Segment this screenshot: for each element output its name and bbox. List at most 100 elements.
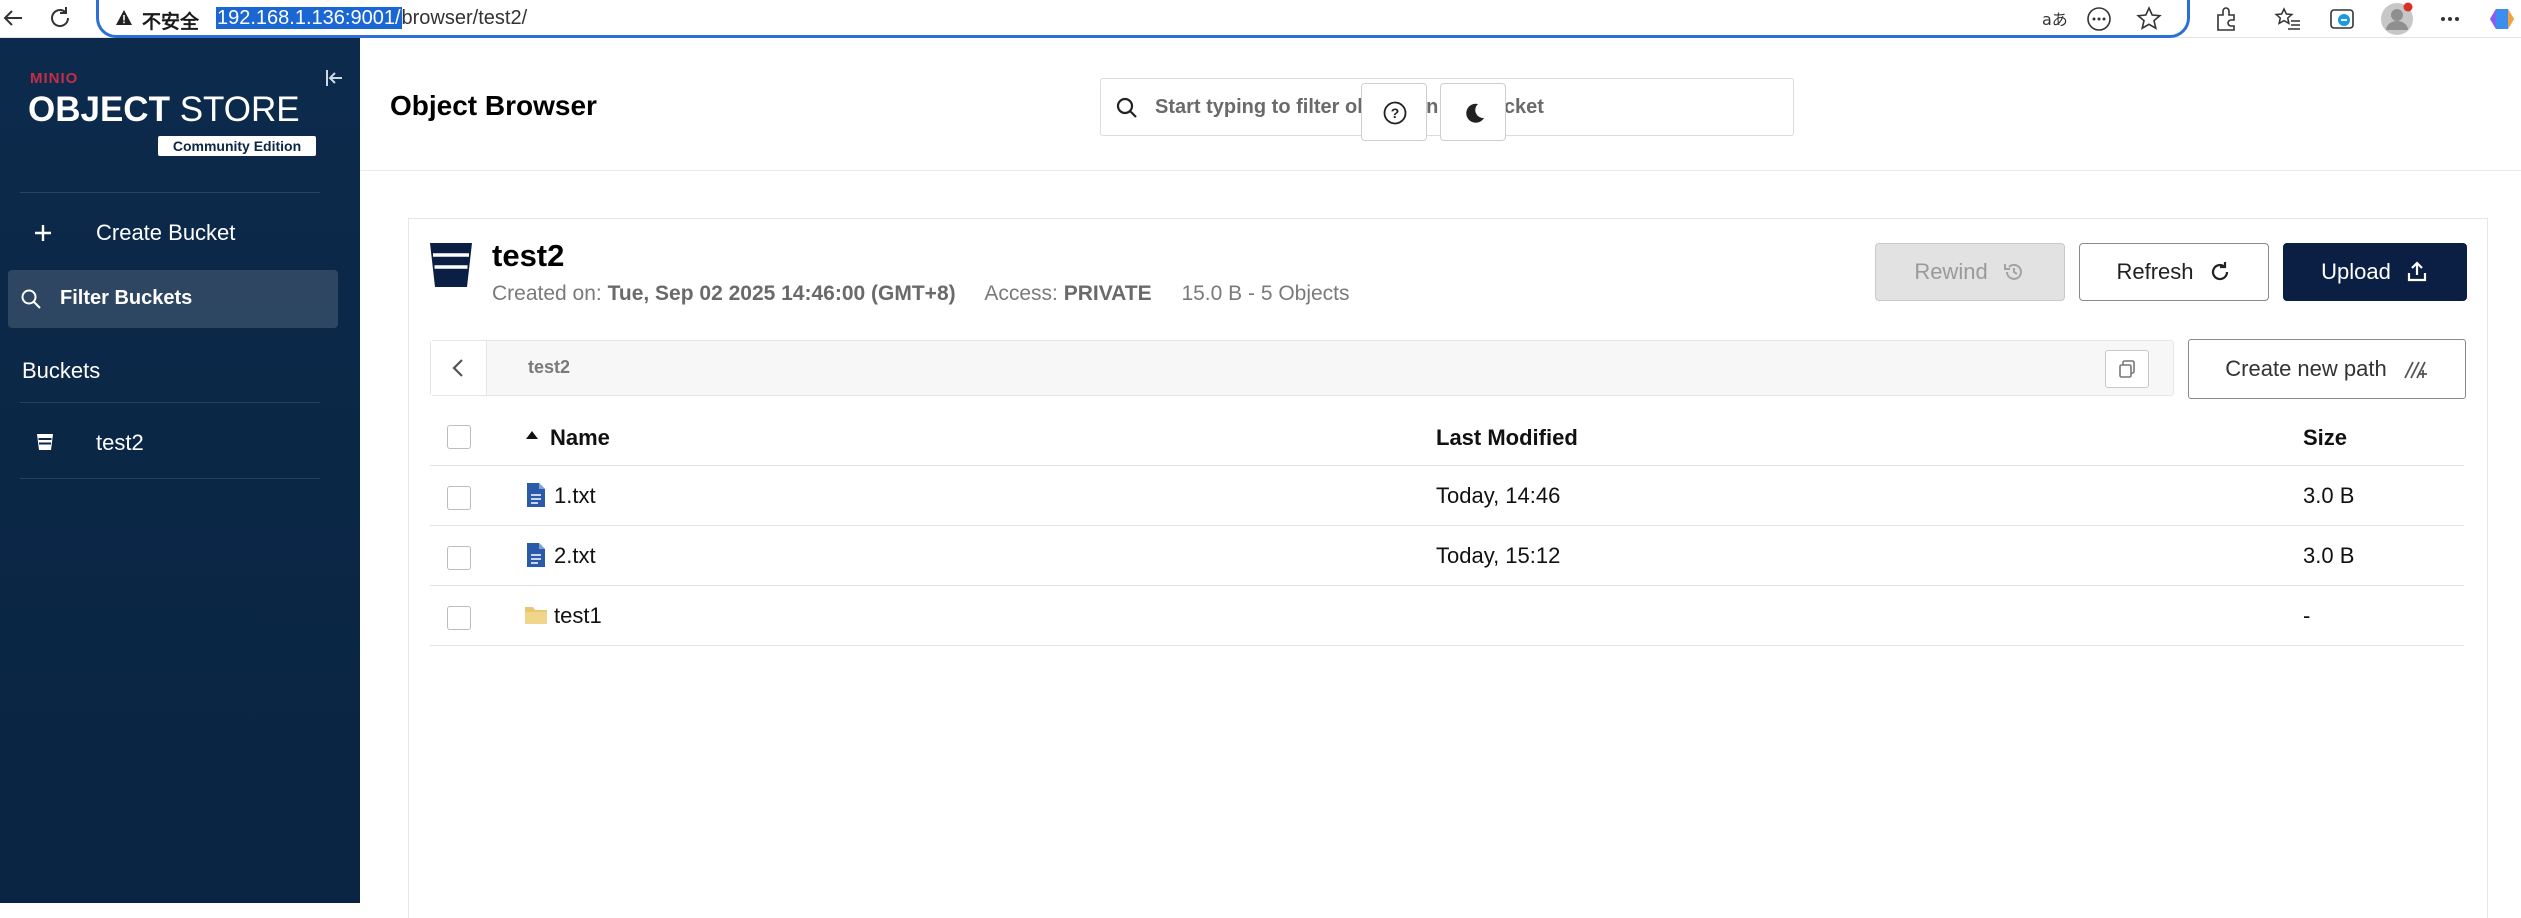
access-label: Access: [984, 282, 1058, 305]
brand-title: OBJECT STORE [28, 90, 300, 130]
back-button[interactable] [431, 341, 487, 395]
more-menu-icon[interactable] [2436, 5, 2464, 33]
bucket-panel: test2 Created on: Tue, Sep 02 2025 14:46… [408, 218, 2488, 918]
object-name-cell: 1.txt [527, 483, 596, 509]
profile-avatar-icon[interactable] [2380, 2, 2414, 36]
url-host: 192.168.1.136:9001/ [216, 7, 402, 29]
object-size: 3.0 B [2303, 483, 2355, 508]
row-checkbox[interactable] [447, 486, 471, 510]
warning-icon[interactable] [115, 9, 133, 27]
objects-table: Name Last Modified Size 1.txt Today, 14:… [430, 408, 2464, 646]
favorite-star-icon[interactable] [2135, 5, 2163, 33]
buckets-heading: Buckets [22, 358, 101, 383]
brand-store: STORE [169, 90, 300, 129]
refresh-label: Refresh [2116, 259, 2194, 284]
table-row[interactable]: test1 - [430, 586, 2464, 646]
filter-buckets-placeholder: Filter Buckets [60, 287, 193, 309]
refresh-icon [2208, 260, 2232, 284]
bucket-title: test2 [492, 238, 565, 273]
select-all-checkbox[interactable] [447, 425, 471, 449]
bucket-summary: 15.0 B - 5 Objects [1181, 282, 1350, 305]
object-name-cell: test1 [525, 603, 602, 629]
search-icon [1115, 96, 1139, 120]
access-value: PRIVATE [1063, 282, 1152, 305]
back-arrow-icon[interactable] [2, 5, 24, 31]
brand-object: OBJECT [28, 90, 170, 129]
security-label[interactable]: 不安全 [142, 7, 199, 34]
more-circle-icon[interactable] [2085, 5, 2113, 33]
object-name: 1.txt [554, 483, 596, 508]
object-modified: Today, 14:46 [1436, 483, 1561, 508]
file-text-icon [526, 542, 546, 568]
sidebar: MINIO OBJECT STORE Community Edition Cre… [0, 38, 360, 903]
svg-text:?: ? [1391, 105, 1400, 121]
upload-icon [2405, 260, 2429, 284]
column-header-name[interactable]: Name [550, 425, 610, 451]
create-bucket-label: Create Bucket [96, 220, 236, 245]
svg-text:aあ: aあ [2042, 10, 2067, 29]
object-name-cell: 2.txt [527, 543, 596, 569]
breadcrumb-path[interactable]: test2 [528, 357, 570, 378]
collapse-sidebar-icon[interactable] [322, 66, 346, 90]
sort-ascending-icon[interactable] [525, 430, 539, 440]
help-icon: ? [1382, 100, 1408, 126]
browser-essentials-icon[interactable] [2328, 5, 2356, 33]
table-row[interactable]: 1.txt Today, 14:46 3.0 B [430, 466, 2464, 526]
object-size: - [2303, 603, 2311, 628]
rewind-button[interactable]: Rewind [1875, 243, 2065, 301]
sidebar-divider [20, 402, 320, 403]
sidebar-divider [20, 478, 320, 479]
reload-icon[interactable] [47, 4, 73, 32]
help-button[interactable]: ? [1361, 83, 1427, 141]
copy-path-button[interactable] [2105, 350, 2149, 388]
column-header-size[interactable]: Size [2303, 425, 2347, 451]
sidebar-bucket-item[interactable]: test2 [0, 418, 360, 468]
address-bar[interactable]: 不安全 192.168.1.136:9001/browser/test2/ aあ [96, 0, 2190, 38]
file-text-icon [526, 482, 546, 508]
object-name: test1 [554, 603, 602, 628]
bucket-meta: Created on: Tue, Sep 02 2025 14:46:00 (G… [492, 282, 1350, 306]
moon-icon [1461, 100, 1487, 126]
upload-button[interactable]: Upload [2283, 243, 2467, 301]
extensions-icon[interactable] [2212, 5, 2240, 33]
rewind-label: Rewind [1914, 259, 1988, 284]
bucket-icon [34, 431, 56, 453]
bucket-icon [428, 241, 474, 291]
sidebar-divider [20, 192, 320, 193]
row-checkbox[interactable] [447, 546, 471, 570]
page-title: Object Browser [390, 90, 597, 121]
brand-minio-logo: MINIO [30, 70, 79, 87]
object-modified: Today, 15:12 [1436, 543, 1561, 568]
read-aloud-icon[interactable]: aあ [2039, 5, 2067, 33]
breadcrumb: test2 [430, 340, 2174, 396]
copilot-icon[interactable] [2488, 5, 2518, 33]
sidebar-bucket-label: test2 [96, 430, 144, 455]
object-name: 2.txt [554, 543, 596, 568]
table-header-row: Name Last Modified Size [430, 408, 2464, 466]
dark-mode-button[interactable] [1440, 83, 1506, 141]
chevron-left-icon [452, 359, 463, 377]
create-new-path-button[interactable]: Create new path [2188, 339, 2466, 399]
create-new-path-label: Create new path [2225, 356, 2387, 381]
table-row[interactable]: 2.txt Today, 15:12 3.0 B [430, 526, 2464, 586]
object-size: 3.0 B [2303, 543, 2355, 568]
refresh-button[interactable]: Refresh [2079, 243, 2269, 301]
filter-buckets-input[interactable]: Filter Buckets [8, 270, 338, 328]
page-header: Object Browser ? [360, 38, 2521, 171]
create-bucket-button[interactable]: Create Bucket [0, 208, 360, 258]
column-header-last-modified[interactable]: Last Modified [1436, 425, 1578, 451]
browser-toolbar: 不安全 192.168.1.136:9001/browser/test2/ aあ [0, 0, 2521, 38]
favorites-list-icon[interactable] [2274, 5, 2302, 33]
row-checkbox[interactable] [447, 606, 471, 630]
search-icon [20, 288, 42, 310]
brand-edition-badge: Community Edition [158, 136, 316, 156]
plus-icon [30, 220, 56, 246]
folder-icon [524, 604, 548, 630]
upload-label: Upload [2321, 259, 2391, 284]
new-path-icon [2403, 358, 2429, 380]
history-icon [2002, 260, 2026, 284]
url-text[interactable]: 192.168.1.136:9001/browser/test2/ [216, 4, 527, 32]
copy-icon [2119, 360, 2135, 378]
created-value: Tue, Sep 02 2025 14:46:00 (GMT+8) [607, 282, 956, 305]
url-path: browser/test2/ [401, 7, 528, 29]
